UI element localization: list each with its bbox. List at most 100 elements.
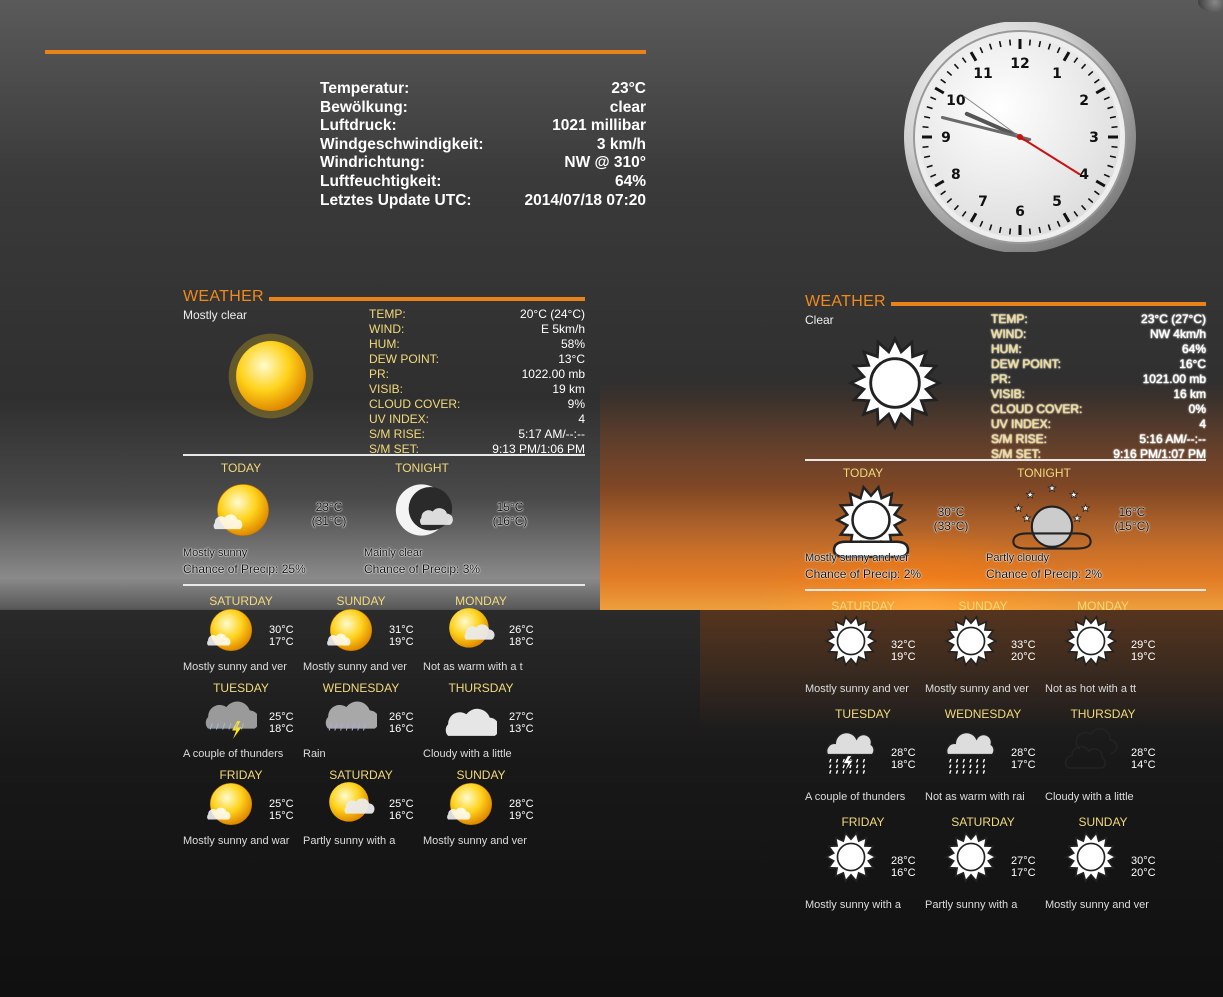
stat-value: 9% (567, 397, 585, 411)
stat-label: HUM: (369, 337, 400, 351)
stat-value: 0% (1188, 402, 1206, 416)
tonight-high: 16°C (1118, 505, 1146, 519)
stat-label: DEW POINT: (369, 352, 440, 366)
today-description: Mostly sunny (183, 547, 248, 559)
forecast-description: Partly sunny with a (925, 899, 1018, 911)
forecast-temps: 28°C 16°C (891, 855, 916, 879)
clock-number: 5 (1052, 194, 1062, 210)
forecast-low: 17°C (269, 636, 294, 648)
tonight-weather-icon (392, 478, 456, 547)
stat-label: UV INDEX: (369, 412, 430, 426)
forecast-temps: 28°C 14°C (1131, 747, 1156, 771)
forecast-low: 20°C (1011, 651, 1036, 663)
forecast-description: Cloudy with a little (1045, 791, 1134, 803)
forecast-high: 30°C (269, 624, 294, 636)
stat-row: PR: 1021.00 mb (991, 372, 1206, 387)
stat-value: 16°C (1179, 357, 1206, 371)
forecast-low: 18°C (891, 759, 916, 771)
stat-row: UV INDEX: 4 (991, 417, 1206, 432)
forecast-description: Not as warm with rai (925, 791, 1025, 803)
clock-tick (1028, 39, 1032, 46)
stat-value: 5:16 AM/--:-- (1139, 432, 1206, 446)
info-row: Windrichtung: NW @ 310° (320, 154, 646, 173)
stat-row: S/M RISE: 5:17 AM/--:-- (369, 427, 585, 442)
forecast-sun-icon (205, 778, 257, 835)
info-value: 2014/07/18 07:20 (524, 191, 646, 209)
today-precip: Chance of Precip: 2% (805, 567, 922, 581)
forecast-high: 29°C (1131, 639, 1156, 651)
stats-list: TEMP: 20°C (24°C) WIND: E 5km/h HUM: 58% DEW P… (369, 307, 585, 457)
forecast-high: 31°C (389, 624, 414, 636)
stat-value: 16 km (1173, 387, 1206, 401)
info-value: 64% (614, 172, 646, 190)
forecast-low: 17°C (1011, 759, 1036, 771)
stat-row: CLOUD COVER: 9% (369, 397, 585, 412)
forecast-description: Rain (303, 748, 326, 760)
tonight-description: Mainly clear (364, 547, 423, 559)
forecast-low: 16°C (389, 723, 414, 735)
forecast-day: SUNDAY (1078, 815, 1128, 829)
forecast-ostorm-icon (823, 721, 879, 782)
forecast-sun-cloud-icon (445, 604, 497, 661)
current-conditions-panel: Temperatur: 23°C Bewölkung: clear Luftdruck:… (320, 80, 646, 210)
forecast-high: 26°C (389, 711, 414, 723)
forecast-day: SUNDAY (958, 599, 1008, 613)
forecast-low: 17°C (1011, 867, 1036, 879)
forecast-description: Mostly sunny with a (805, 899, 901, 911)
forecast-day: TUESDAY (835, 707, 891, 721)
stat-label: S/M RISE: (369, 427, 426, 441)
forecast-low: 19°C (509, 810, 534, 822)
today-temperature: 23°C (31°C) (299, 500, 359, 528)
forecast-high: 25°C (389, 798, 414, 810)
clock-tick (1111, 145, 1118, 149)
stat-label: TEMP: (991, 312, 1028, 326)
svg-text:★: ★ (1073, 514, 1082, 525)
forecast-high: 32°C (891, 639, 916, 651)
stat-value: 58% (560, 337, 585, 351)
info-label: Letztes Update UTC: (320, 191, 472, 209)
forecast-description: A couple of thunders (183, 748, 284, 760)
today-temperature: 30°C (33°C) (921, 505, 981, 533)
divider (183, 454, 585, 456)
forecast-osun-icon (823, 613, 879, 674)
forecast-high: 28°C (1011, 747, 1036, 759)
clock-tick (922, 125, 929, 129)
forecast-description: Cloudy with a little (423, 748, 512, 760)
clock-tick (1008, 39, 1012, 46)
forecast-temps: 30°C 20°C (1131, 855, 1156, 879)
stat-value: E 5km/h (540, 322, 585, 336)
stat-row: HUM: 64% (991, 342, 1206, 357)
info-label: Temperatur: (320, 80, 410, 97)
clock-number: 7 (978, 194, 988, 210)
forecast-low: 15°C (269, 810, 294, 822)
stat-row: CLOUD COVER: 0% (991, 402, 1206, 417)
today-high: 23°C (315, 500, 343, 514)
widget-title-rule (269, 297, 585, 301)
divider (805, 589, 1206, 591)
clock-number: 2 (1079, 93, 1089, 109)
forecast-low: 16°C (389, 810, 414, 822)
clock-number: 4 (1079, 167, 1089, 183)
tonight-label: TONIGHT (395, 461, 449, 475)
stat-label: CLOUD COVER: (991, 402, 1083, 416)
forecast-rain-icon (325, 691, 380, 748)
forecast-low: 19°C (1131, 651, 1156, 663)
forecast-temps: 27°C 13°C (509, 711, 534, 735)
forecast-temps: 28°C 19°C (509, 798, 534, 822)
svg-text:★: ★ (1081, 504, 1090, 515)
stats-list: TEMP: 23°C (27°C) WIND: NW 4km/h HUM: 64% DEW … (991, 312, 1206, 462)
today-label: TODAY (220, 461, 262, 475)
forecast-description: Mostly sunny and ver (925, 683, 1029, 695)
forecast-description: Mostly sunny and ver (1045, 899, 1149, 911)
forecast-high: 25°C (269, 798, 294, 810)
svg-text:★: ★ (1022, 514, 1031, 525)
clock-tick (922, 145, 929, 149)
today-feels-like: (33°C) (933, 519, 969, 533)
forecast-day: WEDNESDAY (944, 707, 1022, 721)
forecast-description: Mostly sunny and ver (303, 661, 407, 673)
stat-label: HUM: (991, 342, 1022, 356)
forecast-ocloud-icon (1063, 721, 1119, 782)
forecast-description: Mostly sunny and ver (183, 661, 287, 673)
stat-row: DEW POINT: 13°C (369, 352, 585, 367)
info-label: Luftfeuchtigkeit: (320, 172, 442, 190)
